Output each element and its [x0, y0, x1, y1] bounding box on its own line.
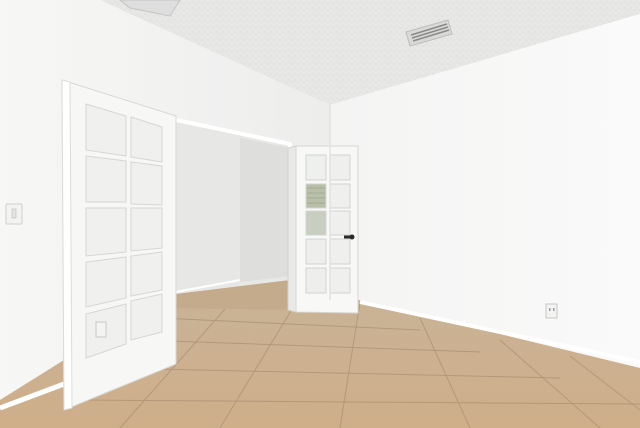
- glass-panes-left: [85, 103, 163, 359]
- outlet-right: [545, 303, 558, 319]
- room-svg: [0, 0, 640, 428]
- empty-room-photo: [0, 0, 640, 428]
- closet-back-wall: [240, 138, 290, 282]
- outlet-left: [95, 321, 107, 338]
- french-door-center[interactable]: [287, 145, 359, 314]
- french-door-left[interactable]: [61, 79, 177, 411]
